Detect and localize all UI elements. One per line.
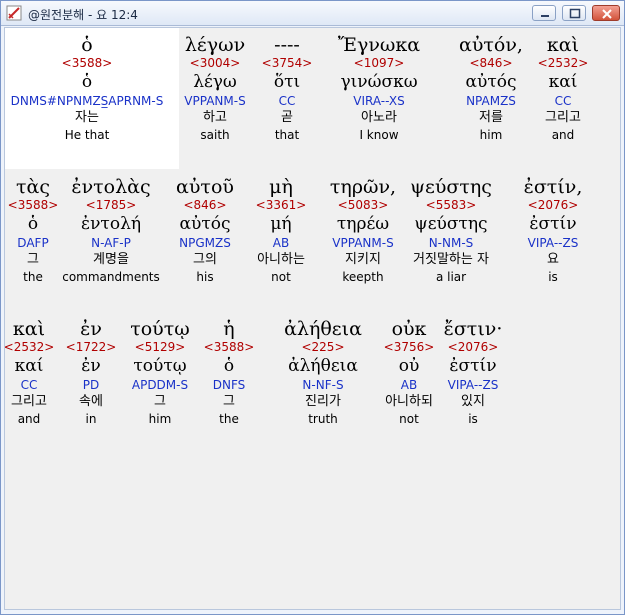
- word-eng: is: [468, 412, 478, 426]
- window-title: @원전분해 - 요 12:4: [28, 8, 138, 22]
- close-button[interactable]: [592, 5, 620, 21]
- word-block[interactable]: ἐστίν, <2076> ἐστίν VIPA--ZS 요 is: [473, 176, 620, 284]
- word-greek: ἐστίν,: [523, 176, 583, 198]
- word-greek: ἔστιν·: [443, 318, 503, 340]
- word-lemma: καί: [548, 72, 578, 92]
- word-lemma: ἐστίν: [529, 214, 577, 234]
- word-block[interactable]: καὶ <2532> καί CC 그리고 and: [483, 34, 620, 142]
- word-parse: VIPA--ZS: [447, 378, 499, 392]
- main-window: @원전분해 - 요 12:4 ὁ <3588> ὁ DNMS#NPNMZS̲APRNM…: [0, 0, 625, 615]
- title-bar[interactable]: @원전분해 - 요 12:4: [1, 1, 624, 26]
- word-kor: 그리고: [545, 110, 581, 125]
- word-eng: is: [548, 270, 558, 284]
- analysis-panel: ὁ <3588> ὁ DNMS#NPNMZS̲APRNM-S 자는 He that λέγω…: [4, 27, 621, 610]
- word-lemma: ἐστίν: [449, 356, 497, 376]
- word-strong: <2076>: [527, 198, 579, 212]
- word-eng: and: [551, 128, 575, 142]
- word-kor: 있지: [461, 394, 485, 409]
- word-greek: καὶ: [546, 34, 580, 56]
- word-parse: VIPA--ZS: [527, 236, 579, 250]
- word-strong: <2076>: [447, 340, 499, 354]
- word-block[interactable]: ἔστιν· <2076> ἐστίν VIPA--ZS 있지 is: [393, 318, 553, 426]
- minimize-button[interactable]: [532, 5, 556, 21]
- maximize-button[interactable]: [562, 5, 586, 21]
- word-strong: <2532>: [537, 56, 589, 70]
- word-parse: CC: [554, 94, 572, 108]
- app-icon: [6, 5, 22, 21]
- word-kor: 요: [547, 252, 559, 267]
